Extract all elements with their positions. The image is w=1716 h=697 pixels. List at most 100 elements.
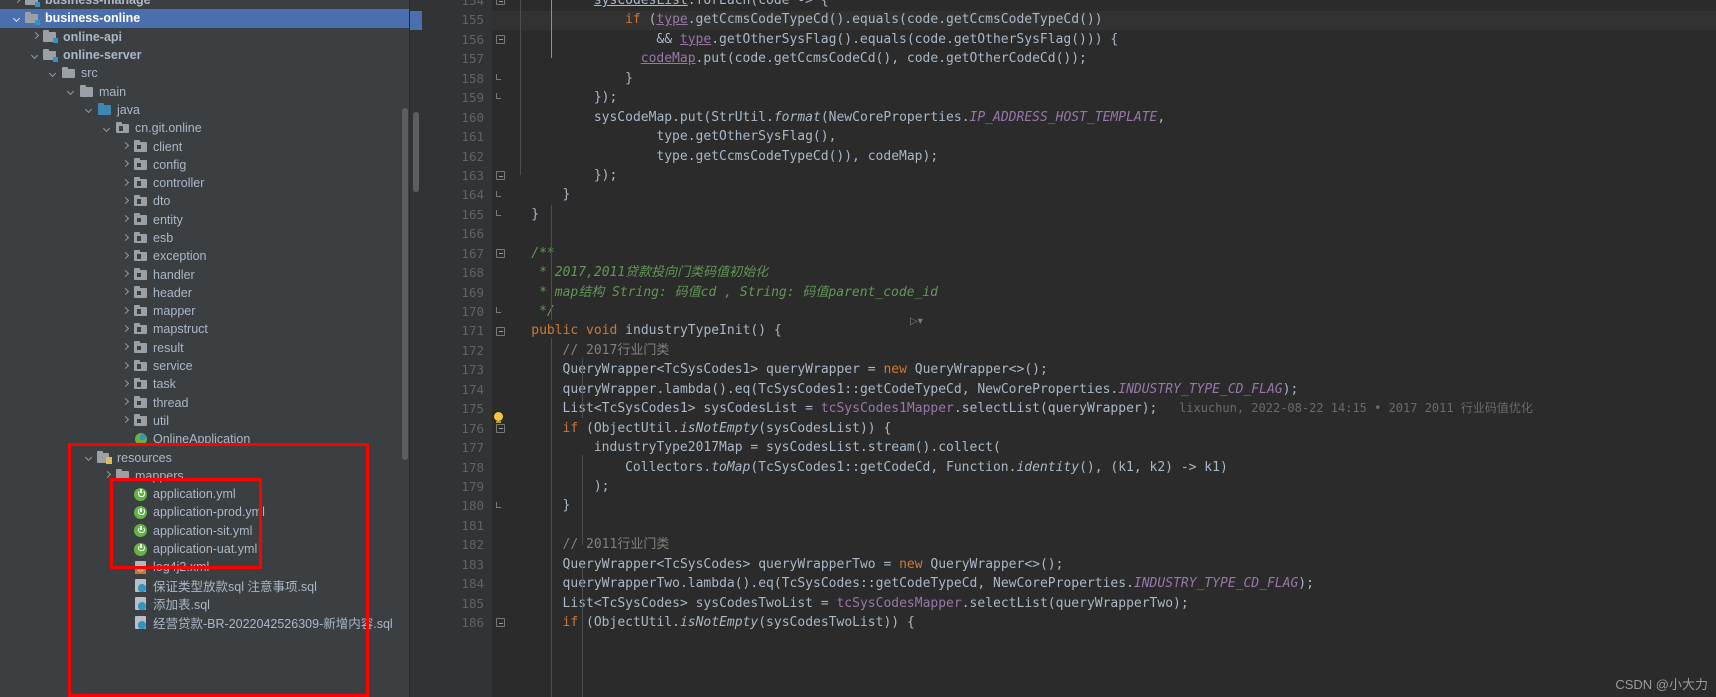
chevron-down-icon[interactable] [12, 13, 23, 24]
code-line[interactable] [492, 224, 1716, 243]
code-line[interactable]: QueryWrapper<TcSysCodes> queryWrapperTwo… [492, 555, 1716, 574]
tree-item-mapstruct[interactable]: mapstruct [0, 320, 410, 338]
tree-item-client[interactable]: client [0, 137, 410, 155]
chevron-right-icon[interactable] [120, 342, 131, 353]
chevron-right-icon[interactable] [120, 324, 131, 335]
chevron-right-icon[interactable] [30, 31, 41, 42]
tree-item-result[interactable]: result [0, 339, 410, 357]
editor-pane[interactable]: 154 155 156 157 158 159 160 161 162 163 164 165 166 1… [410, 0, 1716, 697]
tree-item-header[interactable]: header [0, 284, 410, 302]
chevron-right-icon[interactable] [120, 196, 131, 207]
tree-item-main[interactable]: main [0, 82, 410, 100]
code-line[interactable]: } [492, 185, 1716, 204]
tree-item-controller[interactable]: controller [0, 174, 410, 192]
tree-item-cn-git-online[interactable]: cn.git.online [0, 119, 410, 137]
tree-item-mappers[interactable]: mappers [0, 467, 410, 485]
code-line[interactable]: // 2011行业门类 [492, 535, 1716, 554]
chevron-down-icon[interactable] [84, 104, 95, 115]
code-line[interactable]: type.getCcmsCodeTypeCd()), codeMap); [492, 147, 1716, 166]
chevron-right-icon[interactable] [120, 159, 131, 170]
code-line[interactable]: public void industryTypeInit() { [492, 321, 1716, 340]
tree-item-application-yml[interactable]: application.yml [0, 485, 410, 503]
code-line[interactable]: && type.getOtherSysFlag().equals(code.ge… [492, 30, 1716, 49]
tree-item-br-2022042526309-sql[interactable]: 经营贷款-BR-2022042526309-新增内容.sql [0, 613, 410, 631]
tree-item-service[interactable]: service [0, 357, 410, 375]
tree-item-application-uat-yml[interactable]: application-uat.yml [0, 540, 410, 558]
tree-item-dto[interactable]: dto [0, 192, 410, 210]
code-line[interactable]: } [492, 69, 1716, 88]
tree-item-thread[interactable]: thread [0, 394, 410, 412]
git-blame-annotation[interactable]: lixuchun, 2022-08-22 14:15 • 2017 2011 行… [1157, 401, 1533, 415]
tree-item-resources[interactable]: resources [0, 448, 410, 466]
editor-marker-strip[interactable] [410, 0, 422, 697]
chevron-right-icon[interactable] [120, 269, 131, 280]
tree-item-business-online[interactable]: business-online [0, 9, 410, 28]
chevron-down-icon[interactable] [102, 123, 113, 134]
chevron-right-icon[interactable] [120, 379, 131, 390]
tree-item-config[interactable]: config [0, 156, 410, 174]
code-line[interactable]: industryType2017Map = sysCodesList.strea… [492, 438, 1716, 457]
code-line[interactable] [492, 516, 1716, 535]
chevron-down-icon[interactable] [66, 86, 77, 97]
tree-item-sql-sql[interactable]: 保证类型放款sql 注意事项.sql [0, 577, 410, 595]
editor-scrollbar-thumb[interactable] [413, 112, 419, 192]
chevron-right-icon[interactable] [120, 397, 131, 408]
tree-item-online-api[interactable]: online-api [0, 28, 410, 46]
code-line[interactable]: if (ObjectUtil.isNotEmpty(sysCodesTwoLis… [492, 613, 1716, 632]
code-line[interactable]: /** [492, 244, 1716, 263]
code-line[interactable]: queryWrapperTwo.lambda().eq(TcSysCodes::… [492, 574, 1716, 593]
tree-item-sql[interactable]: 添加表.sql [0, 595, 410, 613]
code-line[interactable]: }); [492, 88, 1716, 107]
code-line[interactable]: if (ObjectUtil.isNotEmpty(sysCodesList))… [492, 419, 1716, 438]
chevron-right-icon[interactable] [120, 306, 131, 317]
tree-item-log4j2-xml[interactable]: <> log4j2.xml [0, 558, 410, 576]
chevron-right-icon[interactable] [120, 214, 131, 225]
code-line[interactable]: codeMap.put(code.getCcmsCodeCd(), code.g… [492, 49, 1716, 68]
code-line[interactable]: * 2017,2011贷款投向门类码值初始化 [492, 263, 1716, 282]
javadoc-render-icon[interactable]: ▷▾ [910, 316, 923, 327]
code-line[interactable]: List<TcSysCodes> sysCodesTwoList = tcSys… [492, 594, 1716, 613]
code-line[interactable]: Collectors.toMap(TcSysCodes1::getCodeCd,… [492, 458, 1716, 477]
tree-item-java[interactable]: java [0, 101, 410, 119]
tree-item-handler[interactable]: handler [0, 265, 410, 283]
code-line[interactable]: sysCodeMap.put(StrUtil.format(NewCorePro… [492, 108, 1716, 127]
code-line[interactable]: type.getOtherSysFlag(), [492, 127, 1716, 146]
code-content[interactable]: sysCodesList.forEach(code -> {if (type.g… [492, 0, 1716, 697]
code-line[interactable]: List<TcSysCodes1> sysCodesList = tcSysCo… [492, 399, 1716, 418]
tree-item-online-server[interactable]: online-server [0, 46, 410, 64]
tree-item-util[interactable]: util [0, 412, 410, 430]
chevron-right-icon[interactable] [120, 233, 131, 244]
code-line[interactable]: queryWrapper.lambda().eq(TcSysCodes1::ge… [492, 380, 1716, 399]
tree-item-application-prod-yml[interactable]: application-prod.yml [0, 503, 410, 521]
chevron-right-icon[interactable] [102, 470, 113, 481]
code-line[interactable]: sysCodesList.forEach(code -> { [492, 0, 1716, 10]
tree-item-exception[interactable]: exception [0, 247, 410, 265]
code-line[interactable]: }); [492, 166, 1716, 185]
tree-item-mapper[interactable]: mapper [0, 302, 410, 320]
intention-bulb-icon[interactable] [494, 412, 503, 424]
code-line[interactable]: } [492, 496, 1716, 515]
project-tool-window[interactable]: business-manage business-online online-api… [0, 0, 410, 697]
code-line[interactable]: if (type.getCcmsCodeTypeCd().equals(code… [492, 10, 1716, 29]
code-line[interactable]: // 2017行业门类 [492, 341, 1716, 360]
chevron-right-icon[interactable] [120, 251, 131, 262]
project-tree[interactable]: business-manage business-online online-api… [0, 0, 410, 631]
chevron-right-icon[interactable] [120, 178, 131, 189]
tree-item-task[interactable]: task [0, 375, 410, 393]
chevron-right-icon[interactable] [120, 141, 131, 152]
tree-item-src[interactable]: src [0, 64, 410, 82]
tree-item-application-sit-yml[interactable]: application-sit.yml [0, 522, 410, 540]
tree-item-esb[interactable]: esb [0, 229, 410, 247]
chevron-down-icon[interactable] [30, 50, 41, 61]
chevron-down-icon[interactable] [48, 68, 59, 79]
code-line[interactable]: } [492, 205, 1716, 224]
code-line[interactable]: QueryWrapper<TcSysCodes1> queryWrapper =… [492, 360, 1716, 379]
chevron-right-icon[interactable] [12, 0, 23, 6]
sidebar-vertical-scrollbar[interactable] [402, 108, 408, 460]
chevron-right-icon[interactable] [120, 361, 131, 372]
tree-item-onlineapplication[interactable]: OnlineApplication [0, 430, 410, 448]
tree-item-entity[interactable]: entity [0, 211, 410, 229]
code-line[interactable]: */ [492, 302, 1716, 321]
tree-item-business-manage[interactable]: business-manage [0, 0, 410, 9]
chevron-down-icon[interactable] [84, 452, 95, 463]
